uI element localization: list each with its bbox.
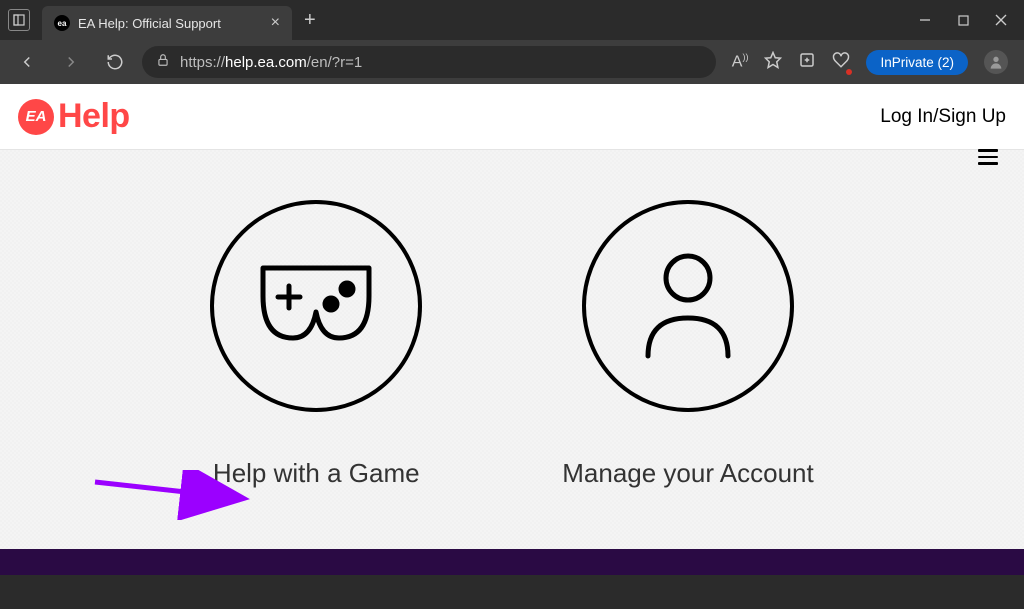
logo-help-text: Help (58, 97, 130, 136)
tab-actions-icon[interactable] (8, 9, 30, 31)
heartbeat-icon[interactable] (832, 51, 850, 74)
browser-tab[interactable]: ea EA Help: Official Support × (42, 6, 292, 40)
lock-icon (156, 53, 170, 71)
toolbar-right: A)) InPrivate (2) (726, 50, 1014, 75)
maximize-button[interactable] (956, 13, 970, 27)
window-titlebar: ea EA Help: Official Support × + (0, 0, 1024, 40)
address-bar[interactable]: https://help.ea.com/en/?r=1 (142, 46, 716, 78)
url-scheme: https:// (180, 54, 225, 71)
help-with-game-label: Help with a Game (213, 458, 420, 489)
minimize-button[interactable] (918, 13, 932, 27)
game-controller-icon (210, 200, 422, 412)
back-button[interactable] (10, 45, 44, 79)
inprivate-label: InPrivate (2) (880, 55, 954, 70)
collections-icon[interactable] (798, 51, 816, 74)
tab-close-button[interactable]: × (271, 14, 280, 32)
url-text: https://help.ea.com/en/?r=1 (180, 54, 362, 71)
site-header: EA Help Log In/Sign Up (0, 84, 1024, 150)
browser-toolbar: https://help.ea.com/en/?r=1 A)) InPrivat… (0, 40, 1024, 84)
ea-badge-icon: EA (18, 99, 54, 135)
favorites-icon[interactable] (764, 51, 782, 74)
read-aloud-icon[interactable]: A)) (732, 52, 749, 71)
login-signup-link[interactable]: Log In/Sign Up (880, 106, 1006, 128)
url-host: help.ea.com (225, 54, 307, 71)
url-path: /en/?r=1 (307, 54, 362, 71)
manage-account-option[interactable]: Manage your Account (562, 200, 814, 489)
new-tab-button[interactable]: + (304, 9, 316, 32)
profile-button[interactable] (984, 50, 1008, 74)
inprivate-indicator[interactable]: InPrivate (2) (866, 50, 968, 75)
forward-button[interactable] (54, 45, 88, 79)
window-controls (918, 13, 1016, 27)
tab-favicon: ea (54, 15, 70, 31)
person-icon (582, 200, 794, 412)
ea-badge-text: EA (26, 108, 47, 125)
tab-title: EA Help: Official Support (78, 16, 221, 31)
help-with-game-option[interactable]: Help with a Game (210, 200, 422, 489)
manage-account-label: Manage your Account (562, 458, 814, 489)
main-options-area: Help with a Game Manage your Account (0, 150, 1024, 549)
refresh-button[interactable] (98, 45, 132, 79)
close-window-button[interactable] (994, 13, 1008, 27)
footer-strip (0, 549, 1024, 575)
ea-help-logo[interactable]: EA Help (18, 97, 130, 136)
page-content: EA Help Log In/Sign Up Help with a Game (0, 84, 1024, 575)
hamburger-menu-icon[interactable] (978, 149, 998, 165)
